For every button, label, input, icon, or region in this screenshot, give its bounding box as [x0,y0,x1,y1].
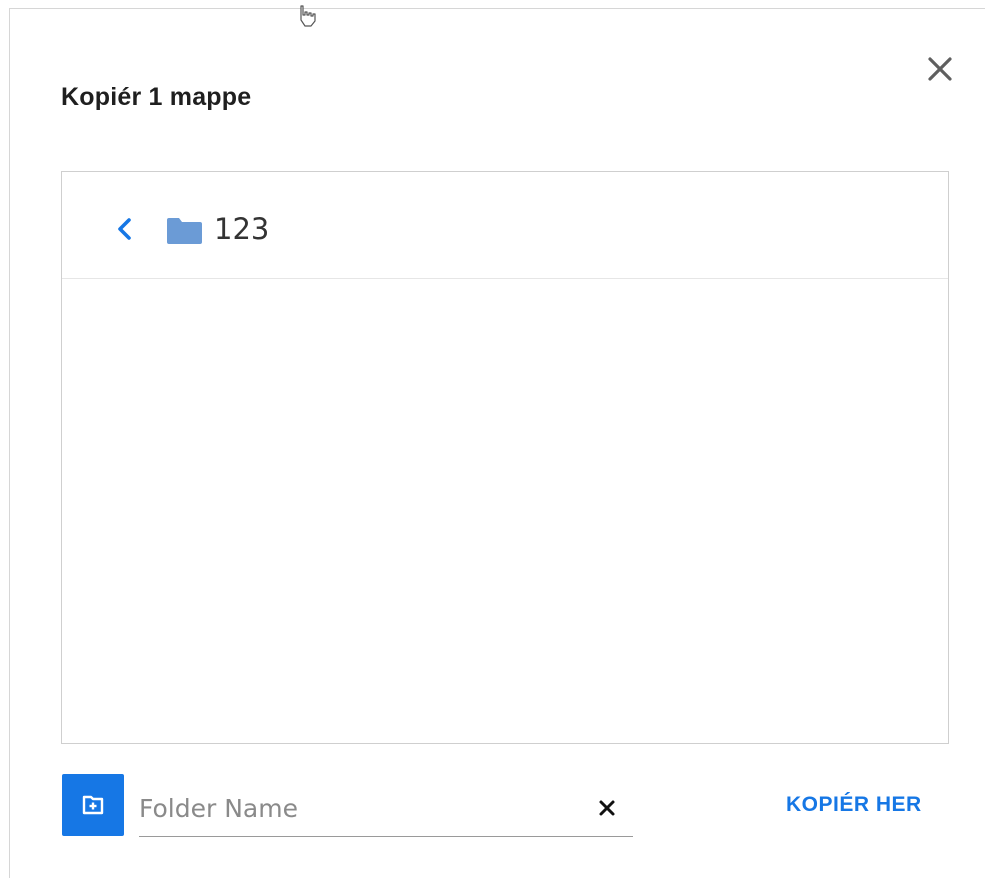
hand-cursor-icon [297,4,319,33]
back-button[interactable] [114,216,136,242]
new-folder-button[interactable] [62,774,124,836]
clear-icon [599,800,615,816]
copy-here-button[interactable]: KOPIÉR HER [786,793,922,817]
current-folder-name[interactable]: 123 [214,212,269,246]
folder-name-field-wrapper [139,784,633,837]
dialog-title: Kopiér 1 mappe [61,83,252,111]
folder-name-input[interactable] [139,784,569,832]
close-button[interactable] [925,54,955,84]
close-icon [928,57,952,81]
folder-icon [167,218,202,249]
folder-browser: 123 [61,171,949,744]
chevron-left-icon [118,218,131,240]
folder-plus-icon [82,795,104,815]
breadcrumb: 123 [62,172,948,279]
folder-list [62,279,948,743]
clear-button[interactable] [596,797,618,819]
